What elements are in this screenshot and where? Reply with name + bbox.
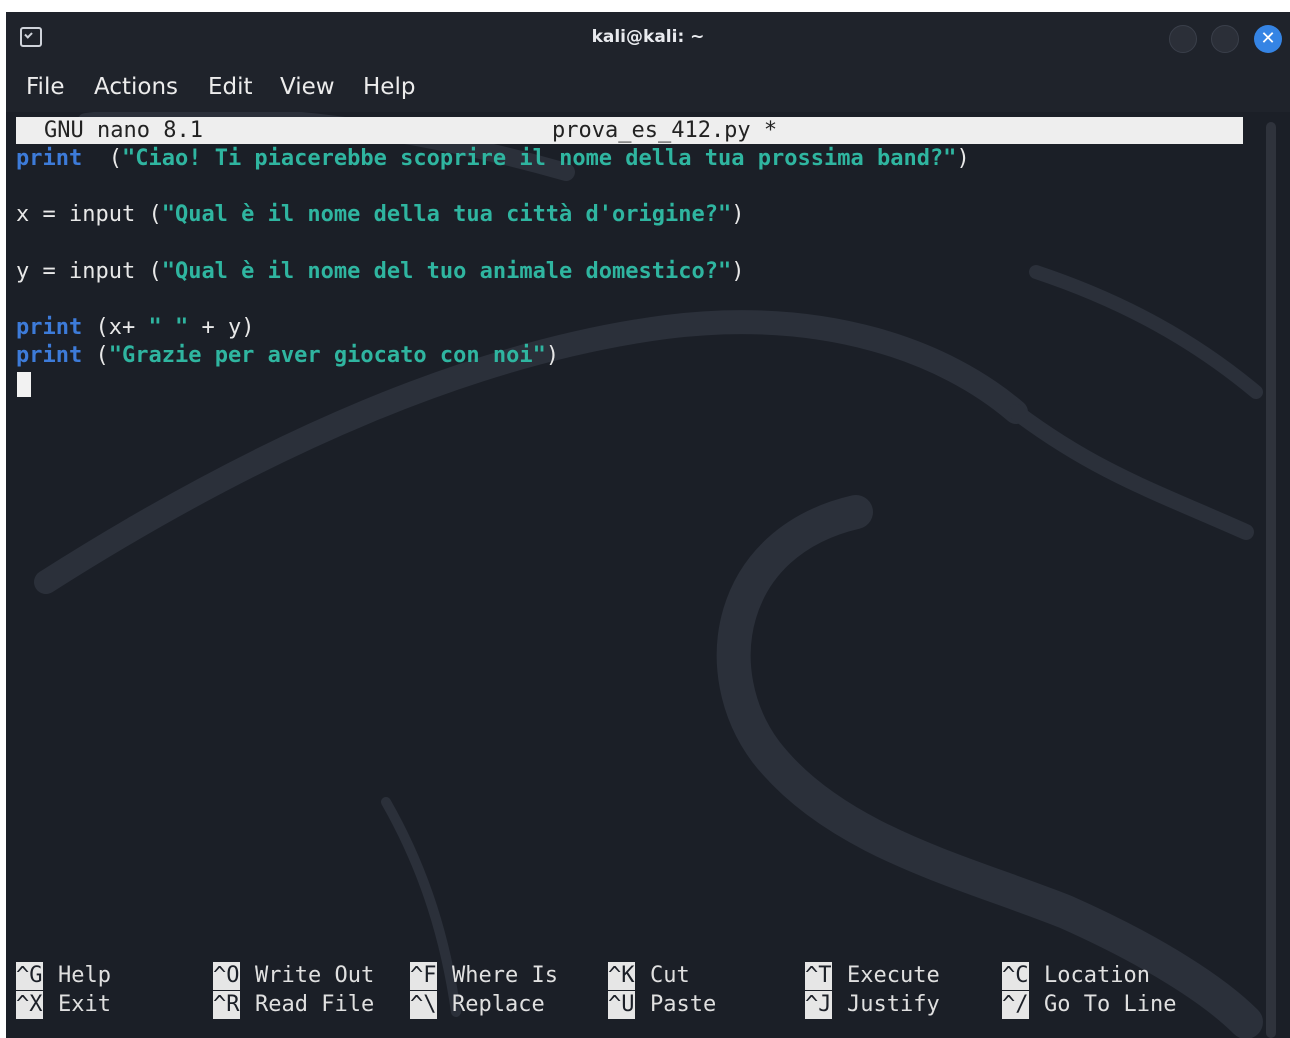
code-string: "Qual è il nome della tua città d'origin… [161,202,732,227]
menu-bar: File Actions Edit View Help [6,64,1290,112]
code-text: ( [82,343,109,368]
shortcut-label: Cut [650,963,690,988]
shortcut-key: ^J [805,991,832,1019]
shortcut-key: ^G [16,962,43,990]
code-text: y = input ( [16,259,162,284]
menu-actions[interactable]: Actions [94,74,178,100]
code-line[interactable]: y = input ("Qual è il nome del tuo anima… [16,258,745,286]
shortcut-key: ^K [608,962,635,990]
shortcut-key: ^R [213,991,240,1019]
shortcut-write-out[interactable]: ^O Write Out [213,962,374,990]
shortcut-where-is[interactable]: ^F Where Is [410,962,558,990]
shortcut-help[interactable]: ^G Help [16,962,111,990]
shortcut-go-to-line[interactable]: ^/ Go To Line [1002,991,1176,1019]
code-string: "Ciao! Ti piacerebbe scoprire il nome de… [121,146,957,171]
menu-edit[interactable]: Edit [208,74,253,100]
maximize-button[interactable] [1211,25,1239,53]
code-line[interactable]: print ("Grazie per aver giocato con noi"… [16,342,559,370]
title-bar[interactable]: kali@kali: ~ ✕ [6,12,1290,64]
terminal-window: kali@kali: ~ ✕ File Actions Edit View He… [6,12,1290,1038]
shortcut-key: ^X [16,991,43,1019]
shortcut-justify[interactable]: ^J Justify [805,991,940,1019]
code-keyword: print [16,146,83,171]
code-string: " " [148,315,189,340]
window-title: kali@kali: ~ [591,27,705,47]
shortcut-label: Replace [452,992,545,1017]
code-keyword: print [16,315,83,340]
shortcut-key: ^\ [410,991,437,1019]
shortcut-key: ^T [805,962,832,990]
close-button[interactable]: ✕ [1254,25,1282,53]
shortcut-label: Paste [650,992,717,1017]
code-text: ) [545,343,560,368]
shortcut-key: ^U [608,991,635,1019]
shortcut-execute[interactable]: ^T Execute [805,962,940,990]
scrollbar[interactable] [1266,122,1276,1038]
nano-version: GNU nano 8.1 [44,118,203,143]
shortcut-label: Exit [58,992,111,1017]
menu-view[interactable]: View [280,74,335,100]
text-cursor [17,372,31,397]
shortcut-key: ^/ [1002,991,1029,1019]
shortcut-label: Where Is [452,963,558,988]
shortcut-label: Help [58,963,111,988]
shortcut-key: ^F [410,962,437,990]
minimize-button[interactable] [1169,25,1197,53]
terminal-area[interactable]: GNU nano 8.1 prova_es_412.py * print ("C… [6,112,1290,1038]
code-line[interactable]: x = input ("Qual è il nome della tua cit… [16,201,745,229]
shortcut-exit[interactable]: ^X Exit [16,991,111,1019]
code-text: x = input ( [16,202,162,227]
shortcut-label: Read File [255,992,375,1017]
code-text: ) [731,202,745,227]
code-text: ( [82,146,122,171]
code-line[interactable]: print (x+ " " + y) [16,314,254,342]
code-string: "Grazie per aver giocato con noi" [108,343,546,368]
code-text: ) [731,259,745,284]
shortcut-paste[interactable]: ^U Paste [608,991,716,1019]
nano-header-bar: GNU nano 8.1 prova_es_412.py * [16,117,1243,144]
shortcut-label: Go To Line [1044,992,1177,1017]
menu-help[interactable]: Help [363,74,415,100]
code-text: (x+ [82,315,149,340]
shortcut-label: Write Out [255,963,375,988]
close-icon: ✕ [1260,28,1276,49]
shortcut-cut[interactable]: ^K Cut [608,962,690,990]
menu-file[interactable]: File [26,74,65,100]
shortcut-replace[interactable]: ^\ Replace [410,991,545,1019]
code-string: "Qual è il nome del tuo animale domestic… [161,259,732,284]
kali-dragon-wallpaper [34,112,1263,1038]
shortcut-key: ^C [1002,962,1029,990]
shortcut-location[interactable]: ^C Location [1002,962,1150,990]
nano-filename: prova_es_412.py * [552,118,778,143]
code-keyword: print [16,343,83,368]
shortcut-label: Location [1044,963,1150,988]
code-text: + y) [188,315,255,340]
shortcut-label: Execute [847,963,940,988]
shortcut-label: Justify [847,992,940,1017]
code-text: ) [956,146,970,171]
shortcut-key: ^O [213,962,240,990]
shortcut-read-file[interactable]: ^R Read File [213,991,374,1019]
code-line[interactable]: print ("Ciao! Ti piacerebbe scoprire il … [16,145,970,173]
